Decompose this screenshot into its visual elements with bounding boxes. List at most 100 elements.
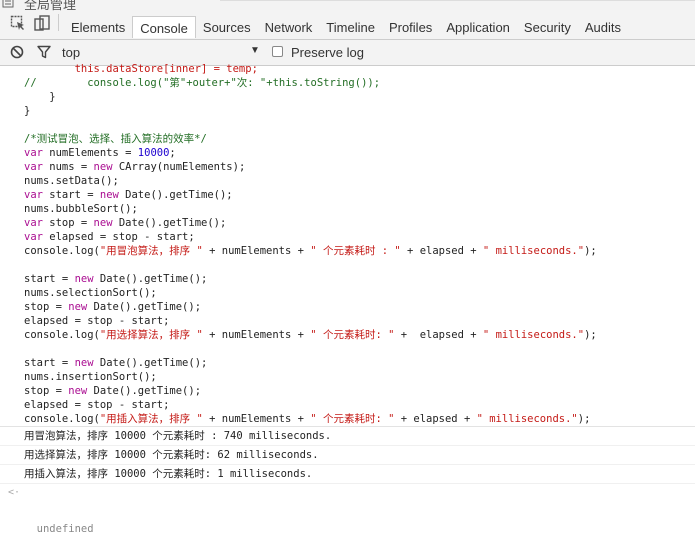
tab-profiles[interactable]: Profiles xyxy=(382,16,439,38)
preserve-log-checkbox[interactable] xyxy=(272,46,283,57)
code-line: // console.log("第"+outer+"次: "+this.toSt… xyxy=(24,76,380,90)
code-line: console.log("用冒泡算法，排序 " + numElements + … xyxy=(24,244,597,258)
code-token: new xyxy=(93,161,113,173)
code-token: Date().getTime(); xyxy=(87,385,202,397)
code-line: start = new Date().getTime(); xyxy=(24,272,207,286)
code-token: elapsed = stop - start; xyxy=(42,231,195,243)
tab-application[interactable]: Application xyxy=(439,16,517,38)
chevron-down-icon[interactable]: ▼ xyxy=(250,45,260,56)
code-token: " 个元素耗时 : " xyxy=(310,245,401,257)
tab-timeline[interactable]: Timeline xyxy=(319,16,382,38)
code-token: "用冒泡算法，排序 " xyxy=(99,245,203,257)
code-line: var elapsed = stop - start; xyxy=(24,230,195,244)
code-token: ; xyxy=(169,147,176,159)
code-token: elapsed = stop - start; xyxy=(24,315,170,327)
code-token: Date().getTime(); xyxy=(112,217,227,229)
code-line: var stop = new Date().getTime(); xyxy=(24,216,226,230)
code-line: start = new Date().getTime(); xyxy=(24,356,207,370)
console-output-line: 用插入算法，排序 10000 个元素耗时: 1 milliseconds. xyxy=(0,464,695,483)
code-token: + numElements + xyxy=(202,245,311,257)
code-token: " milliseconds." xyxy=(476,413,578,425)
code-token: this.dataStore[inner] = temp; xyxy=(24,63,258,75)
code-token: nums = xyxy=(42,161,94,173)
code-line: nums.selectionSort(); xyxy=(24,286,157,300)
code-line: elapsed = stop - start; xyxy=(24,314,169,328)
code-token: new xyxy=(74,273,94,285)
code-token: " 个元素耗时: " xyxy=(310,329,395,341)
code-token: "用选择算法，排序 " xyxy=(99,329,203,341)
code-token: console.log( xyxy=(24,413,100,425)
code-token: start = xyxy=(42,189,100,201)
code-token: stop = xyxy=(42,217,94,229)
code-line: nums.insertionSort(); xyxy=(24,370,157,384)
code-token: + numElements + xyxy=(202,413,311,425)
preserve-log-label[interactable]: Preserve log xyxy=(291,45,364,60)
code-token: start = xyxy=(24,273,75,285)
code-token: elapsed = stop - start; xyxy=(24,399,170,411)
divider xyxy=(220,0,695,1)
code-token: "用插入算法，排序 " xyxy=(99,413,203,425)
code-token: Date().getTime(); xyxy=(87,301,202,313)
tab-network[interactable]: Network xyxy=(258,16,320,38)
tab-audits[interactable]: Audits xyxy=(578,16,628,38)
code-token: console.log( xyxy=(24,329,100,341)
tab-console[interactable]: Console xyxy=(132,16,196,38)
code-line: stop = new Date().getTime(); xyxy=(24,384,201,398)
devtools-tabbar: 全局管理 Elements Console Sources Network Ti… xyxy=(0,0,695,40)
code-token: Date().getTime(); xyxy=(93,357,208,369)
code-token: stop = xyxy=(24,385,69,397)
code-token: nums.selectionSort(); xyxy=(24,287,157,299)
code-token: console.log( xyxy=(24,245,100,257)
filter-icon[interactable] xyxy=(37,45,51,59)
code-line: } xyxy=(24,90,56,104)
tab-elements[interactable]: Elements xyxy=(64,16,132,38)
code-token: Date().getTime(); xyxy=(118,189,233,201)
code-token: " milliseconds." xyxy=(482,245,585,257)
code-token: var xyxy=(24,231,43,243)
code-token: + elapsed + xyxy=(400,245,483,257)
code-line: console.log("用插入算法，排序 " + numElements + … xyxy=(24,412,590,426)
code-token: + elapsed + xyxy=(394,329,483,341)
code-token: } xyxy=(24,91,56,103)
code-token: ); xyxy=(584,245,597,257)
code-token: /*测试冒泡、选择、插入算法的效率*/ xyxy=(24,133,207,145)
code-line: nums.setData(); xyxy=(24,174,119,188)
code-token: stop = xyxy=(24,301,69,313)
result-arrow-icon: <· xyxy=(8,487,21,498)
code-line: nums.bubbleSort(); xyxy=(24,202,138,216)
code-line: } xyxy=(24,104,30,118)
tab-security[interactable]: Security xyxy=(517,16,578,38)
code-token: + elapsed + xyxy=(394,413,477,425)
code-token: new xyxy=(68,385,88,397)
toolbar-separator xyxy=(58,14,59,31)
page-title-partial: 全局管理 xyxy=(24,0,77,12)
code-line: var start = new Date().getTime(); xyxy=(24,188,233,202)
code-token: var xyxy=(24,147,43,159)
result-value: undefined xyxy=(36,523,94,535)
code-token: var xyxy=(24,217,43,229)
code-token: Date().getTime(); xyxy=(93,273,208,285)
code-line: var nums = new CArray(numElements); xyxy=(24,160,245,174)
code-line: elapsed = stop - start; xyxy=(24,398,169,412)
console-output-line: 用选择算法，排序 10000 个元素耗时: 62 milliseconds. xyxy=(0,445,695,464)
code-token: new xyxy=(68,301,88,313)
code-line: console.log("用选择算法，排序 " + numElements + … xyxy=(24,328,597,342)
code-token: var xyxy=(24,189,43,201)
tab-sources[interactable]: Sources xyxy=(196,16,258,38)
code-token: ); xyxy=(577,413,591,425)
clear-console-icon[interactable] xyxy=(10,45,24,59)
code-token: " 个元素耗时: " xyxy=(310,413,395,425)
code-token: nums.bubbleSort(); xyxy=(24,203,138,215)
code-token: numElements = xyxy=(42,147,138,159)
code-token: nums.insertionSort(); xyxy=(24,371,157,383)
device-mode-icon[interactable] xyxy=(34,15,50,31)
code-token: " milliseconds." xyxy=(482,329,585,341)
result-row: <· undefined xyxy=(0,483,695,535)
devtools-tabs: Elements Console Sources Network Timelin… xyxy=(64,16,628,38)
code-token: new xyxy=(99,189,119,201)
code-token: new xyxy=(93,217,113,229)
code-token: new xyxy=(74,357,94,369)
code-line: /*测试冒泡、选择、插入算法的效率*/ xyxy=(24,132,207,146)
inspect-element-icon[interactable] xyxy=(10,15,26,31)
context-selector[interactable]: top xyxy=(62,45,80,60)
